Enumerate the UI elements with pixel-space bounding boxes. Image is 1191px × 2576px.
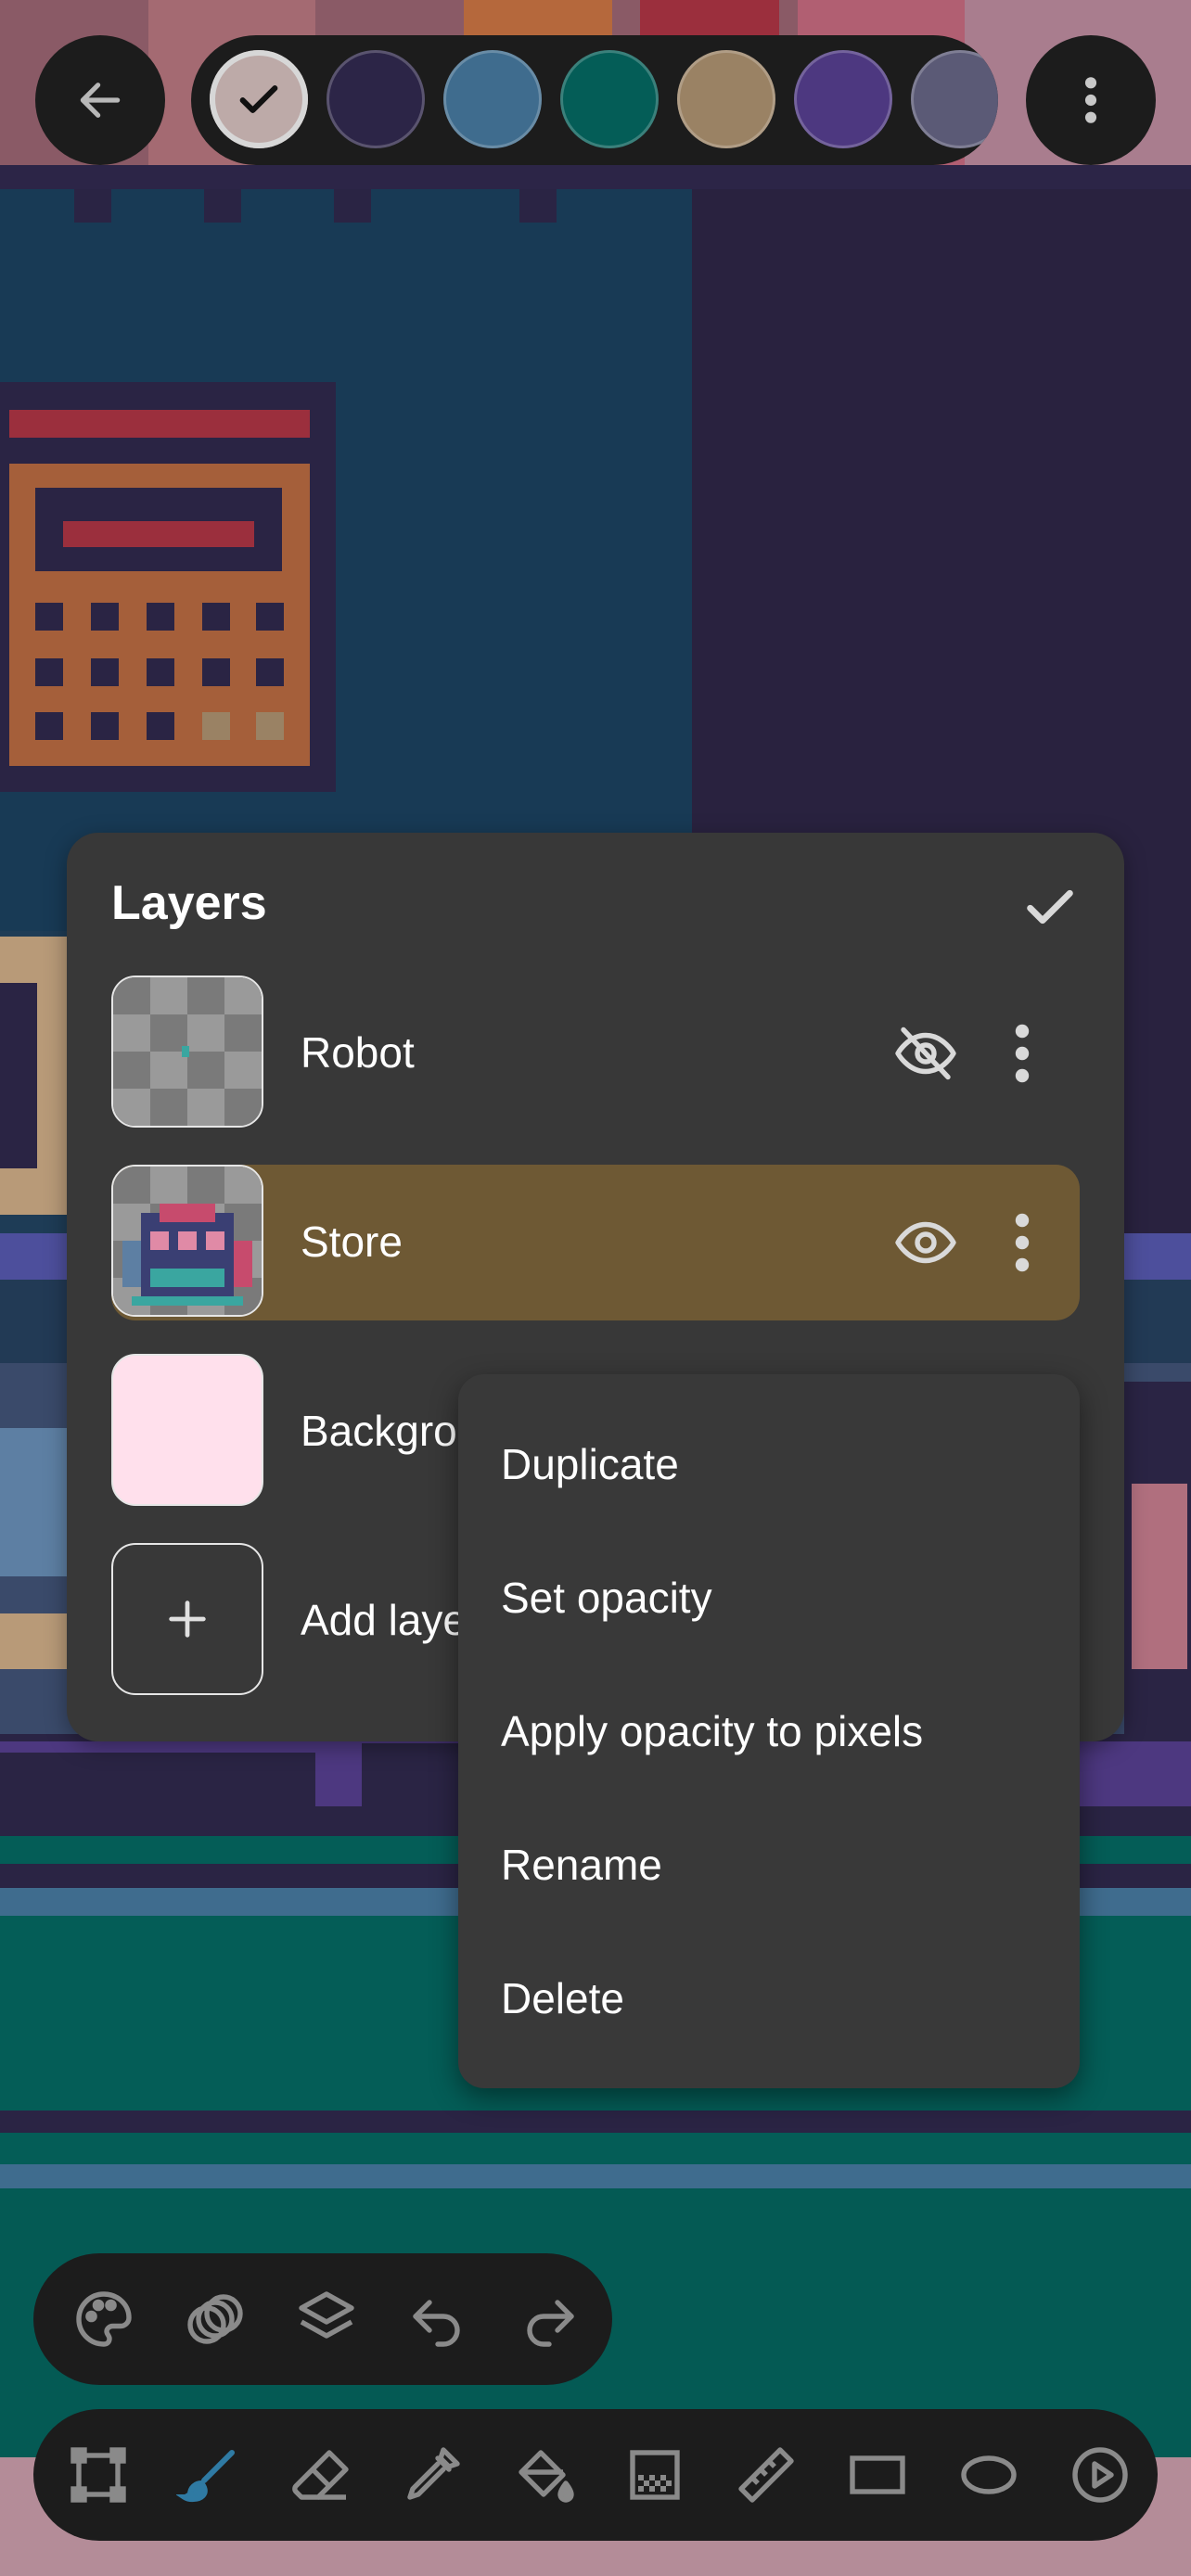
layer-context-menu: Duplicate Set opacity Apply opacity to p… — [458, 1374, 1080, 2088]
menu-item-delete[interactable]: Delete — [501, 1973, 624, 2023]
rectangle-icon[interactable] — [844, 2442, 911, 2508]
play-icon[interactable] — [1067, 2442, 1133, 2508]
ellipse-icon[interactable] — [955, 2442, 1022, 2508]
arrow-left-icon — [74, 74, 126, 126]
redo-icon[interactable] — [516, 2286, 583, 2353]
ruler-icon[interactable] — [733, 2442, 800, 2508]
color-swatch[interactable] — [560, 50, 659, 148]
layers-icon[interactable] — [293, 2286, 360, 2353]
palette-icon[interactable] — [70, 2286, 137, 2353]
add-layer-label: Add layer — [301, 1596, 481, 1644]
brush-icon[interactable] — [176, 2442, 243, 2508]
check-icon[interactable] — [1020, 877, 1080, 937]
check-icon — [235, 75, 283, 123]
secondary-toolbar — [33, 2253, 612, 2385]
color-swatch[interactable] — [210, 50, 308, 148]
back-button[interactable] — [35, 35, 165, 165]
layer-thumbnail — [111, 976, 263, 1128]
color-swatch[interactable] — [911, 50, 998, 148]
eye-off-icon[interactable] — [892, 1020, 959, 1087]
color-swatch[interactable] — [677, 50, 775, 148]
dither-icon[interactable] — [621, 2442, 688, 2508]
more-vertical-icon — [1082, 74, 1100, 126]
eye-icon[interactable] — [892, 1209, 959, 1276]
color-swatch[interactable] — [327, 50, 425, 148]
more-vertical-icon[interactable] — [1004, 1020, 1041, 1087]
layer-name: Store — [301, 1218, 403, 1266]
layer-name: Robot — [301, 1028, 415, 1077]
undo-icon[interactable] — [404, 2286, 471, 2353]
add-layer-tile — [111, 1543, 263, 1695]
menu-item-duplicate[interactable]: Duplicate — [501, 1439, 679, 1489]
select-icon[interactable] — [65, 2442, 132, 2508]
layer-thumbnail — [111, 1165, 263, 1317]
color-swatch[interactable] — [794, 50, 892, 148]
main-toolbar — [33, 2409, 1158, 2541]
color-palette-bar — [191, 35, 998, 165]
layer-row-store[interactable]: Store — [111, 1165, 1080, 1320]
blend-icon[interactable] — [182, 2286, 249, 2353]
eraser-icon[interactable] — [288, 2442, 354, 2508]
plus-icon — [163, 1595, 211, 1643]
more-vertical-icon[interactable] — [1004, 1209, 1041, 1276]
layer-row-robot[interactable]: Robot — [111, 976, 1080, 1131]
color-swatch[interactable] — [443, 50, 542, 148]
menu-item-rename[interactable]: Rename — [501, 1840, 662, 1890]
eyedropper-icon[interactable] — [399, 2442, 466, 2508]
panel-title: Layers — [111, 876, 267, 930]
fill-bucket-icon[interactable] — [510, 2442, 577, 2508]
more-options-button[interactable] — [1026, 35, 1156, 165]
layer-thumbnail — [111, 1354, 263, 1506]
menu-item-apply-opacity[interactable]: Apply opacity to pixels — [501, 1706, 923, 1756]
menu-item-set-opacity[interactable]: Set opacity — [501, 1573, 712, 1623]
